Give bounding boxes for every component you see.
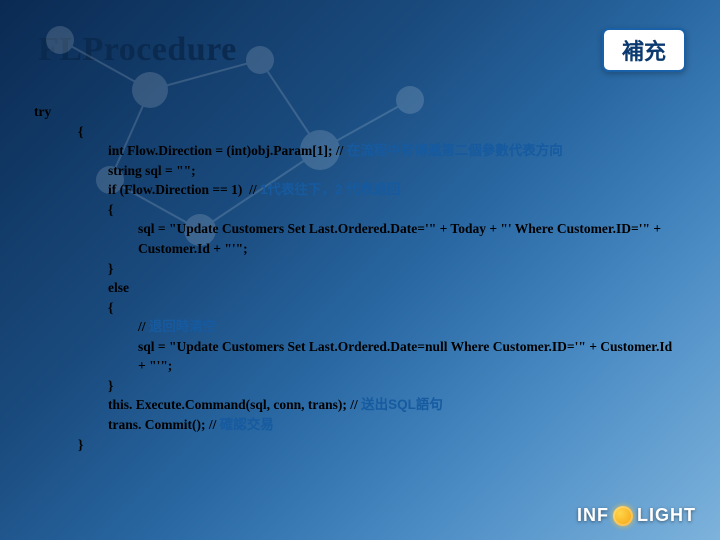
code-line: // 退回時清空 <box>34 317 674 337</box>
code-line: else <box>34 278 674 298</box>
brand-text-left: INF <box>577 505 609 526</box>
code-line: } <box>34 435 674 455</box>
header: FLProcedure 補充 <box>0 0 720 80</box>
code-line: this. Execute.Command(sql, conn, trans);… <box>34 395 674 415</box>
brand-text-right: LIGHT <box>637 505 696 526</box>
code-block: try { int Flow.Direction = (int)obj.Para… <box>34 102 674 454</box>
code-line: } <box>34 259 674 279</box>
code-line: if (Flow.Direction == 1) // 1代表往下，2 代表退回 <box>34 180 674 200</box>
code-line: int Flow.Direction = (int)obj.Param[1]; … <box>34 141 674 161</box>
slide-title: FLProcedure <box>38 31 237 69</box>
code-line: sql = "Update Customers Set Last.Ordered… <box>34 219 674 258</box>
code-line: { <box>34 298 674 318</box>
lightbulb-icon <box>613 506 633 526</box>
brand-logo: INF LIGHT <box>577 505 696 526</box>
code-line: { <box>34 200 674 220</box>
code-line: { <box>34 122 674 142</box>
code-line: trans. Commit(); // 確認交易 <box>34 415 674 435</box>
supplement-tag: 補充 <box>602 28 686 72</box>
code-line: string sql = ""; <box>34 161 674 181</box>
code-line: try <box>34 102 674 122</box>
code-line: sql = "Update Customers Set Last.Ordered… <box>34 337 674 376</box>
code-line: } <box>34 376 674 396</box>
